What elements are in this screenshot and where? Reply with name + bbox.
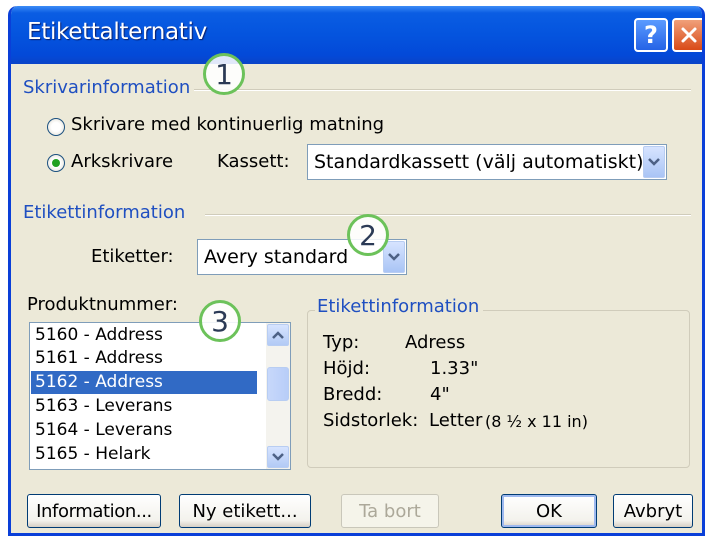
chevron-down-icon — [272, 453, 284, 461]
list-item[interactable]: 5164 - Leverans — [31, 419, 257, 442]
cancel-button[interactable]: Avbryt — [613, 494, 693, 528]
chevron-down-icon — [648, 158, 660, 166]
type-label: Typ: — [323, 332, 360, 353]
list-item[interactable]: 5161 - Address — [31, 347, 257, 370]
list-scrollbar[interactable] — [266, 323, 290, 469]
help-button[interactable]: ? — [634, 18, 668, 52]
list-item[interactable]: 5163 - Leverans — [31, 395, 257, 418]
close-button[interactable] — [672, 18, 702, 52]
callout-3: 3 — [199, 300, 241, 342]
label-info-divider — [205, 214, 691, 216]
list-item[interactable]: 5165 - Helark — [31, 443, 257, 466]
label-details-heading: Etikettinformation — [315, 296, 484, 317]
new-label-button[interactable]: Ny etikett... — [179, 494, 311, 528]
continuous-printer-radio[interactable] — [47, 118, 65, 136]
tray-dropdown-value: Standardkassett (välj automatiskt) — [314, 151, 644, 173]
printer-info-divider — [191, 89, 691, 91]
label-vendor-label: Etiketter: — [91, 246, 174, 267]
tray-dropdown[interactable]: Standardkassett (välj automatiskt) — [307, 144, 667, 180]
label-vendor-dropdown-arrow[interactable] — [383, 241, 405, 273]
label-info-heading: Etikettinformation — [23, 202, 190, 223]
label-vendor-dropdown-value: Avery standard — [204, 246, 349, 268]
ok-button[interactable]: OK — [501, 494, 597, 528]
width-value: 4" — [430, 384, 450, 405]
tray-label: Kassett: — [217, 151, 290, 172]
help-icon: ? — [644, 21, 658, 49]
height-label: Höjd: — [323, 358, 371, 379]
page-printer-label: Arkskrivare — [71, 151, 174, 172]
height-value: 1.33" — [430, 358, 479, 379]
window-title: Etikettalternativ — [27, 19, 207, 45]
page-size-label: Sidstorlek: — [323, 410, 419, 431]
close-icon — [681, 27, 697, 43]
chevron-down-icon — [388, 253, 400, 261]
tray-dropdown-arrow[interactable] — [643, 146, 665, 178]
continuous-printer-label: Skrivare med kontinuerlig matning — [71, 114, 385, 135]
callout-1: 1 — [203, 53, 245, 95]
printer-info-heading: Skrivarinformation — [23, 77, 195, 98]
product-number-label: Produktnummer: — [27, 294, 178, 315]
label-options-dialog: Etikettalternativ ? Skrivarinformation S… — [8, 6, 705, 536]
scroll-down-button[interactable] — [267, 446, 289, 468]
callout-2: 2 — [347, 214, 389, 256]
list-item-selected[interactable]: 5162 - Address — [31, 371, 257, 394]
details-button[interactable]: Information... — [27, 494, 161, 528]
width-label: Bredd: — [323, 384, 383, 405]
chevron-up-icon — [272, 331, 284, 339]
page-size-dimensions: (8 ½ x 11 in) — [485, 412, 588, 431]
scroll-thumb[interactable] — [267, 367, 289, 401]
type-value: Adress — [405, 332, 466, 353]
title-bar: Etikettalternativ ? — [11, 6, 702, 64]
page-printer-radio[interactable] — [47, 154, 65, 172]
delete-button[interactable]: Ta bort — [341, 494, 439, 528]
product-number-list[interactable]: 5160 - Address 5161 - Address 5162 - Add… — [29, 322, 291, 470]
page-size-value: Letter — [429, 410, 483, 431]
scroll-up-button[interactable] — [267, 324, 289, 346]
